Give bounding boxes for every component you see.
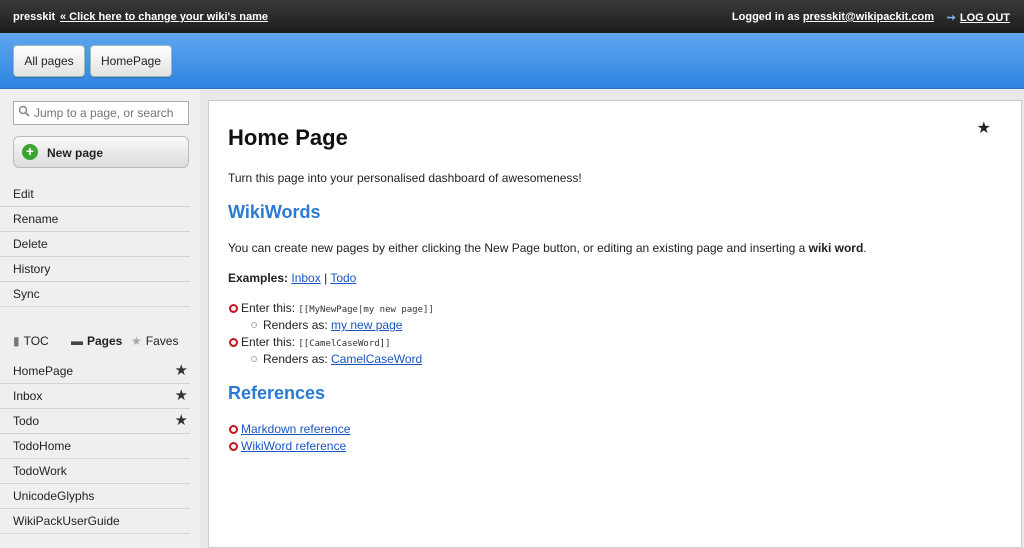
bullet-icon [251, 322, 257, 328]
wikiwords-description: You can create new pages by either click… [228, 241, 867, 255]
action-edit[interactable]: Edit [0, 182, 190, 207]
page-actions: Edit Rename Delete History Sync [0, 182, 190, 307]
star-icon: ★ [131, 334, 142, 348]
sidebar: + New page Edit Rename Delete History Sy… [0, 89, 200, 548]
list-subitem-prefix: Renders as: [263, 318, 328, 332]
bullet-icon [229, 338, 238, 347]
page-item-label: Inbox [13, 389, 43, 403]
page-item-homepage[interactable]: HomePage ★ [0, 359, 190, 384]
page-item-label: WikiPackUserGuide [13, 514, 120, 528]
render-link-my-new-page[interactable]: my new page [331, 318, 402, 332]
search-icon [18, 105, 30, 120]
page-item-label: Todo [13, 414, 40, 428]
page-item-inbox[interactable]: Inbox ★ [0, 384, 190, 409]
section-heading-references: References [228, 383, 326, 403]
list-item-code: [[MyNewPage|my new page]] [298, 305, 434, 315]
favorite-star-icon[interactable]: ★ [977, 118, 991, 138]
render-link-camelcaseword[interactable]: CamelCaseWord [331, 352, 422, 366]
tab-toc[interactable]: ▮ TOC [13, 334, 49, 348]
page-item-unicodeglyphs[interactable]: UnicodeGlyphs [0, 484, 190, 509]
new-page-button[interactable]: + New page [13, 136, 189, 168]
section-heading-wikiwords: WikiWords [228, 202, 321, 222]
example-separator: | [324, 271, 328, 285]
list-item-prefix: Enter this: [241, 335, 296, 349]
tab-faves[interactable]: ★ Faves [131, 334, 178, 348]
main-content: ★ Home Page Turn this page into your per… [208, 100, 1022, 548]
examples-label: Examples: [228, 271, 289, 285]
page-item-label: TodoWork [13, 464, 67, 478]
user-email-link[interactable]: presskit@wikipackit.com [803, 11, 934, 23]
inbox-icon: ▬ [71, 334, 83, 348]
wiki-name: presskit [13, 11, 56, 23]
list-item-prefix: Enter this: [241, 301, 296, 315]
top-bar: presskit « Click here to change your wik… [0, 0, 1024, 33]
arrow-right-icon: ➙ [946, 12, 956, 24]
tab-pages[interactable]: ▬ Pages [71, 334, 122, 348]
page-list: HomePage ★ Inbox ★ Todo ★ TodoHome TodoWork… [0, 359, 190, 534]
change-wiki-name-link[interactable]: « Click here to change your wiki's name [60, 11, 268, 23]
new-page-label: New page [47, 146, 104, 160]
star-icon[interactable]: ★ [175, 384, 188, 408]
list-item: Enter this: [[CamelCaseWord]] [229, 335, 391, 349]
tab-faves-label: Faves [145, 334, 179, 348]
page-item-label: UnicodeGlyphs [13, 489, 95, 503]
sidebar-tabs: ▮ TOC ▬ Pages ★ Faves [13, 334, 193, 352]
page-item-label: HomePage [13, 364, 74, 378]
example-link-inbox[interactable]: Inbox [291, 271, 320, 285]
bullet-icon [229, 425, 238, 434]
homepage-button[interactable]: HomePage [90, 45, 172, 77]
logout-button[interactable]: ➙ LOG OUT [947, 11, 1010, 24]
list-subitem: Renders as: my new page [251, 318, 402, 332]
action-delete[interactable]: Delete [0, 232, 190, 257]
bullet-icon [251, 356, 257, 362]
all-pages-button[interactable]: All pages [13, 45, 85, 77]
intro-text: Turn this page into your personalised da… [228, 171, 582, 185]
page-title: Home Page [228, 125, 348, 150]
page-item-todohome[interactable]: TodoHome [0, 434, 190, 459]
search-input[interactable] [34, 104, 184, 122]
list-item: Enter this: [[MyNewPage|my new page]] [229, 301, 434, 315]
star-icon[interactable]: ★ [175, 359, 188, 383]
page-item-label: TodoHome [13, 439, 72, 453]
bullet-icon [229, 304, 238, 313]
tab-toc-label: TOC [23, 334, 49, 348]
star-icon[interactable]: ★ [175, 409, 188, 433]
action-history[interactable]: History [0, 257, 190, 282]
list-item: WikiWord reference [229, 439, 346, 453]
wikiword-reference-link[interactable]: WikiWord reference [241, 439, 346, 453]
action-sync[interactable]: Sync [0, 282, 190, 307]
example-link-todo[interactable]: Todo [330, 271, 356, 285]
page-item-wikipackuserguide[interactable]: WikiPackUserGuide [0, 509, 190, 534]
header-bar: All pages HomePage [0, 33, 1024, 89]
list-item-code: [[CamelCaseWord]] [298, 339, 391, 349]
search-box[interactable] [13, 101, 189, 125]
markdown-reference-link[interactable]: Markdown reference [241, 422, 350, 436]
page-item-todowork[interactable]: TodoWork [0, 459, 190, 484]
logged-in-status: Logged in as presskit@wikipackit.com [732, 11, 934, 23]
examples-line: Examples: Inbox | Todo [228, 271, 356, 285]
list-subitem-prefix: Renders as: [263, 352, 328, 366]
tab-pages-label: Pages [87, 334, 123, 348]
plus-icon: + [22, 144, 38, 160]
list-item: Markdown reference [229, 422, 350, 436]
wikiwords-bold-text: wiki word [808, 241, 864, 255]
action-rename[interactable]: Rename [0, 207, 190, 232]
page-item-todo[interactable]: Todo ★ [0, 409, 190, 434]
wikiwords-text: You can create new pages by either click… [228, 241, 806, 255]
book-icon: ▮ [13, 334, 20, 348]
bullet-icon [229, 442, 238, 451]
wikiwords-text-end: . [863, 241, 867, 255]
logout-label: LOG OUT [959, 12, 1010, 24]
list-subitem: Renders as: CamelCaseWord [251, 352, 422, 366]
logged-in-prefix: Logged in as [731, 11, 800, 23]
